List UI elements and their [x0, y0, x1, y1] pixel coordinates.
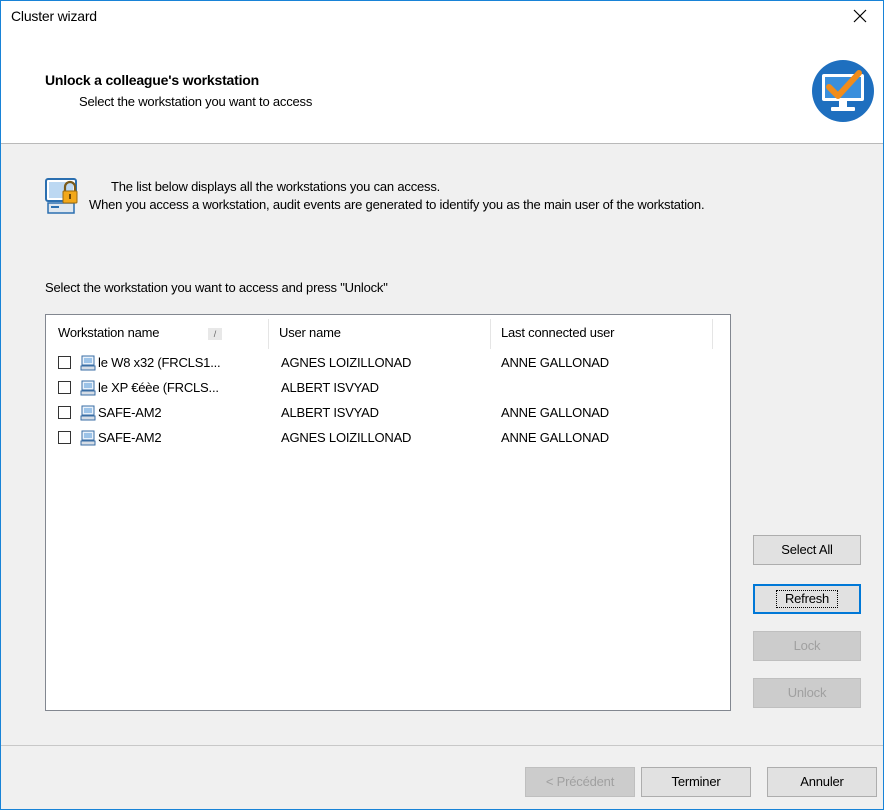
table-row[interactable]: le XP €éèe (FRCLS... ALBERT ISVYAD — [46, 378, 730, 400]
column-divider[interactable] — [712, 319, 713, 349]
cell-last-user: ANNE GALLONAD — [501, 405, 609, 420]
column-header-user[interactable]: User name — [279, 315, 341, 351]
workstation-lock-icon — [45, 178, 78, 214]
row-checkbox[interactable] — [58, 381, 71, 394]
workstation-icon — [80, 380, 96, 396]
column-header-workstation[interactable]: Workstation name — [58, 315, 160, 351]
instruction-label: Select the workstation you want to acces… — [45, 280, 388, 295]
cell-workstation: le XP €éèe (FRCLS... — [98, 380, 219, 395]
workstation-list[interactable]: Workstation name / User name Last connec… — [45, 314, 731, 711]
table-row[interactable]: SAFE-AM2 AGNES LOIZILLONAD ANNE GALLONAD — [46, 428, 730, 450]
close-button[interactable] — [837, 1, 883, 31]
refresh-button[interactable]: Refresh — [753, 584, 861, 614]
cell-last-user: ANNE GALLONAD — [501, 430, 609, 445]
cell-user: ALBERT ISVYAD — [281, 405, 379, 420]
cell-workstation: le W8 x32 (FRCLS1... — [98, 355, 221, 370]
row-checkbox[interactable] — [58, 406, 71, 419]
monitor-check-logo-icon — [812, 60, 874, 122]
window-title: Cluster wizard — [11, 8, 97, 24]
wizard-window: Cluster wizard Unlock a colleague's work… — [0, 0, 884, 810]
close-icon[interactable] — [853, 9, 867, 23]
cell-last-user: ANNE GALLONAD — [501, 355, 609, 370]
info-text-line2: When you access a workstation, audit eve… — [89, 197, 705, 212]
lock-button[interactable]: Lock — [753, 631, 861, 661]
table-row[interactable]: le W8 x32 (FRCLS1... AGNES LOIZILLONAD A… — [46, 353, 730, 375]
finish-button[interactable]: Terminer — [641, 767, 751, 797]
page-subtitle: Select the workstation you want to acces… — [79, 94, 313, 109]
cell-user: AGNES LOIZILLONAD — [281, 355, 412, 370]
cell-user: AGNES LOIZILLONAD — [281, 430, 412, 445]
workstation-icon — [80, 355, 96, 371]
column-header-last-user[interactable]: Last connected user — [501, 315, 614, 351]
column-divider[interactable] — [490, 319, 491, 349]
sort-indicator-icon: / — [208, 328, 222, 340]
wizard-header: Unlock a colleague's workstation Select … — [1, 31, 883, 144]
list-header: Workstation name / User name Last connec… — [46, 315, 730, 351]
column-divider[interactable] — [268, 319, 269, 349]
cell-workstation: SAFE-AM2 — [98, 430, 162, 445]
previous-button[interactable]: < Précédent — [525, 767, 635, 797]
cell-workstation: SAFE-AM2 — [98, 405, 162, 420]
cell-user: ALBERT ISVYAD — [281, 380, 379, 395]
refresh-button-label: Refresh — [775, 590, 839, 608]
workstation-icon — [80, 405, 96, 421]
workstation-icon — [80, 430, 96, 446]
footer-divider — [1, 745, 883, 746]
cancel-button[interactable]: Annuler — [767, 767, 877, 797]
info-text-line1: The list below displays all the workstat… — [111, 179, 441, 194]
row-checkbox[interactable] — [58, 356, 71, 369]
table-row[interactable]: SAFE-AM2 ALBERT ISVYAD ANNE GALLONAD — [46, 403, 730, 425]
page-title: Unlock a colleague's workstation — [45, 72, 259, 88]
row-checkbox[interactable] — [58, 431, 71, 444]
select-all-button[interactable]: Select All — [753, 535, 861, 565]
unlock-button[interactable]: Unlock — [753, 678, 861, 708]
title-bar: Cluster wizard — [1, 1, 883, 31]
